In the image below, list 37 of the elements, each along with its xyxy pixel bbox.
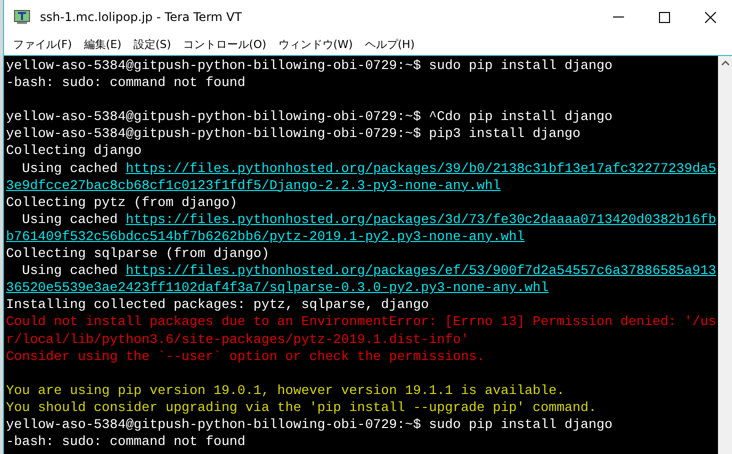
url-link[interactable]: https://files.pythonhosted.org/packages/39/b0/2138c31bf13e17afc32277239da5: [126, 160, 716, 176]
terminal-text: Using cached: [20, 212, 119, 227]
url-link[interactable]: https://files.pythonhosted.org/packages/ef/53/900f7d2a54557c6a37886585a913: [126, 263, 716, 278]
terminal-line: Consider using the `--user` option or check the permissions.: [6, 348, 486, 365]
terminal-line: Collecting pytz (from django): [6, 194, 238, 211]
terminal-line: Installing collected packages: pytz, sqlparse, django: [6, 296, 430, 314]
minimize-icon: [612, 16, 624, 18]
terminal-line: You should consider upgrading via the 'pip install --upgrade pip' command.: [6, 398, 598, 416]
terminal-line: yellow-aso-5384@gitpush-python-billowing-obi-0729:~$ pip3 install django: [6, 125, 582, 142]
terminal-line: yellow-aso-5384@gitpush-python-billowing-obi-0729:~$ ^Cdo pip install django: [6, 108, 614, 126]
terminal-line: r/local/lib/python3.6/site-packages/pytz-2019.1.dist-info': [6, 330, 470, 348]
terminal-line: yellow-aso-5384@gitpush-python-billowing-obi-0729:~$ sudo pip install django: [6, 57, 614, 74]
url-link[interactable]: b761409f532c56bdcc514bf7b6262bb6/pytz-2019.1-py2.py3-none-any.whl: [6, 228, 525, 244]
menu-item[interactable]: ファイル(F): [8, 35, 77, 54]
window-title: ssh-1.mc.lolipop.jp - Tera Term VT: [40, 10, 243, 24]
scrollbar[interactable]: [718, 56, 732, 454]
url-link[interactable]: 36520e5539e3ae2423ff1102daf4f3a7/sqlparse-0.3.0-py2.py3-none-any.whl: [6, 280, 549, 296]
terminal-line: You are using pip version 19.0.1, however version 19.1.1 is available.: [6, 382, 566, 399]
terminal-line: -bash: sudo: command not found: [6, 433, 246, 450]
url-link[interactable]: https://files.pythonhosted.org/packages/3d/73/fe30c2daaaa0713420d0382b16fb: [126, 212, 716, 227]
url-link[interactable]: 3e9dfcce27bac8cb68cf1c0123f1fdf5/Django-2.2.3-py3-none-any.whl: [6, 178, 501, 193]
menu-item[interactable]: ヘルプ(H): [360, 35, 420, 54]
close-icon: [704, 12, 716, 22]
menu-item[interactable]: コントロール(O): [178, 35, 272, 54]
scroll-up-icon[interactable]: [721, 60, 730, 66]
menu-item[interactable]: 設定(S): [128, 35, 176, 54]
terminal-line: Collecting django: [6, 142, 143, 160]
terminal-line: Collecting sqlparse (from django): [6, 245, 270, 262]
terminal-line: -bash: sudo: command not found: [6, 74, 246, 92]
maximize-icon: [658, 12, 670, 22]
menu-item[interactable]: 編集(E): [78, 35, 126, 54]
terminal-text: Using cached: [20, 263, 119, 278]
terminal-line: Could not install packages due to an EnvironmentError: [Errno 13] Permission denied: '/us: [6, 313, 718, 330]
terminal-text: Using cached: [20, 160, 119, 176]
app-icon: [14, 10, 30, 24]
menu-item[interactable]: ウィンドウ(W): [273, 35, 358, 54]
terminal-line: yellow-aso-5384@gitpush-python-billowing-obi-0729:~$ sudo pip install django: [6, 416, 614, 434]
